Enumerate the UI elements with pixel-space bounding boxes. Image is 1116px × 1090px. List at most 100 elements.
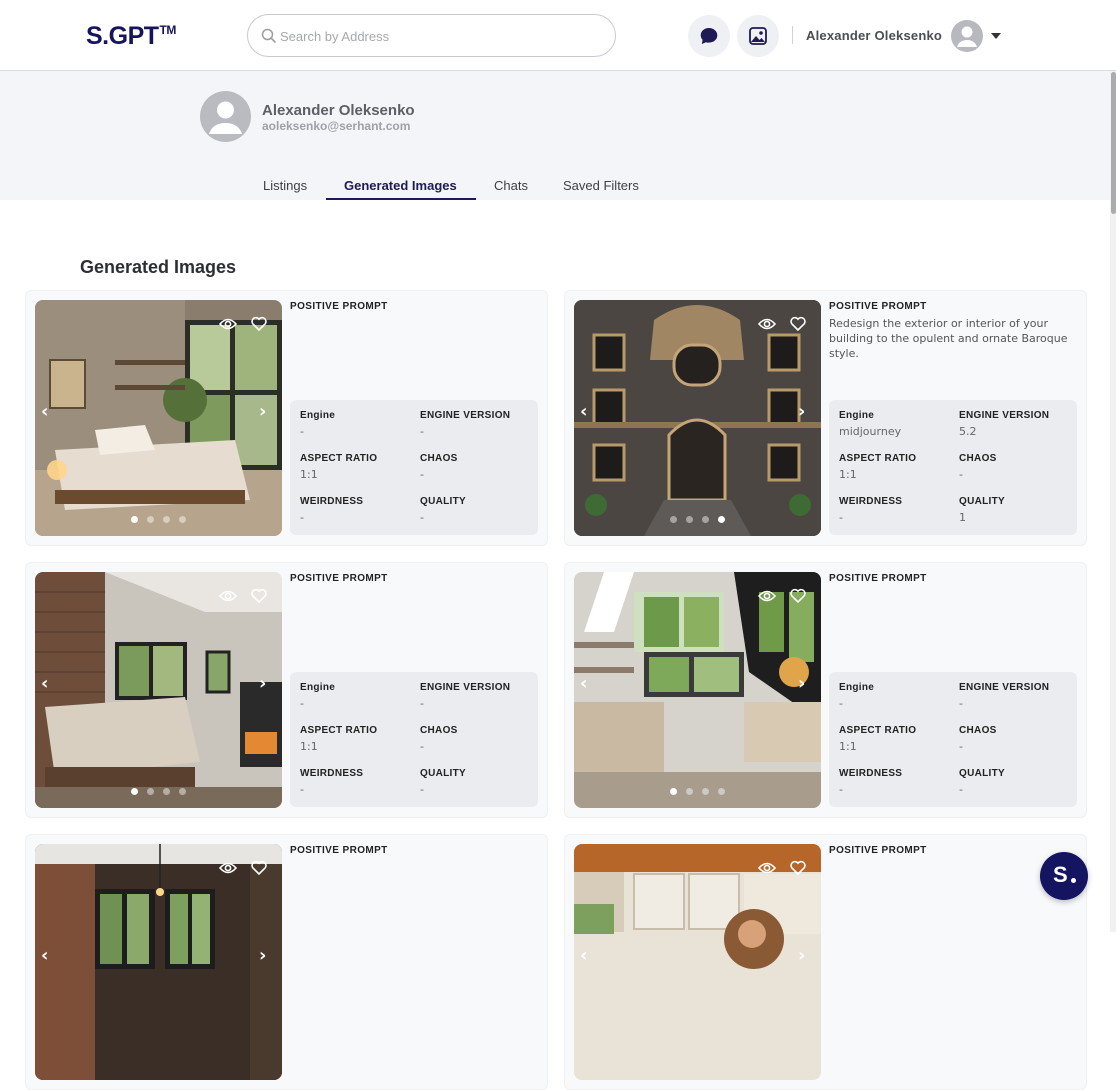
- arrow-right-icon[interactable]: ›: [259, 401, 266, 422]
- arrow-left-icon[interactable]: ‹: [580, 673, 587, 694]
- carousel-dots: [131, 788, 186, 795]
- chat-bubble-icon: [700, 28, 718, 44]
- carousel-dot[interactable]: [179, 788, 186, 795]
- image-card[interactable]: ‹ › POSITIVE PROMPT Engine - ENGINE VERSION - A…: [25, 290, 548, 546]
- eye-icon[interactable]: [218, 861, 238, 880]
- carousel-dot[interactable]: [147, 516, 154, 523]
- tab-generated-images[interactable]: Generated Images: [344, 178, 457, 193]
- images-button[interactable]: [737, 15, 779, 57]
- positive-prompt-label: POSITIVE PROMPT: [290, 845, 388, 856]
- meta-label: ENGINE VERSION: [959, 682, 1050, 693]
- image-card[interactable]: ‹ › POSITIVE PROMPT Engine - ENGINE VERSION - A…: [25, 562, 548, 818]
- tab-saved-filters[interactable]: Saved Filters: [563, 178, 639, 193]
- meta-engine: Engine -: [300, 682, 335, 710]
- carousel-dots: [670, 516, 725, 523]
- meta-label: WEIRDNESS: [839, 496, 903, 507]
- logo-trademark: TM: [159, 23, 177, 37]
- generated-image[interactable]: ‹ ›: [35, 572, 282, 808]
- eye-icon[interactable]: [218, 317, 238, 336]
- positive-prompt-label: POSITIVE PROMPT: [290, 301, 388, 312]
- heart-icon[interactable]: [790, 860, 806, 880]
- arrow-left-icon[interactable]: ‹: [580, 945, 587, 966]
- carousel-dot[interactable]: [131, 516, 138, 523]
- image-card[interactable]: ‹ › POSITIVE PROMPT Engine - ENGINE VERSION - A…: [564, 562, 1087, 818]
- carousel-dot[interactable]: [702, 788, 709, 795]
- generated-image[interactable]: ‹ ›: [35, 300, 282, 536]
- meta-value: -: [300, 425, 304, 438]
- meta-engine-version: ENGINE VERSION -: [420, 682, 510, 710]
- carousel-dot[interactable]: [718, 788, 725, 795]
- meta-engine-version: ENGINE VERSION 5.2: [959, 410, 1049, 438]
- carousel-dot[interactable]: [686, 788, 693, 795]
- meta-label: WEIRDNESS: [300, 496, 364, 507]
- positive-prompt-label: POSITIVE PROMPT: [829, 301, 927, 312]
- app-logo[interactable]: S.GPTTM: [86, 22, 176, 51]
- chats-button[interactable]: [688, 15, 730, 57]
- meta-engine-version: ENGINE VERSION -: [959, 682, 1049, 710]
- image-scene: [35, 300, 282, 536]
- meta-value: 1:1: [839, 740, 857, 753]
- carousel-dot[interactable]: [163, 516, 170, 523]
- meta-aspect-ratio: ASPECT RATIO 1:1: [839, 725, 916, 753]
- profile-email: aoleksenko@serhant.com: [262, 119, 411, 133]
- meta-engine-version: ENGINE VERSION -: [420, 410, 510, 438]
- heart-icon[interactable]: [251, 860, 267, 880]
- meta-label: QUALITY: [420, 496, 466, 507]
- arrow-right-icon[interactable]: ›: [798, 673, 805, 694]
- user-avatar-icon[interactable]: [951, 20, 983, 52]
- carousel-dot[interactable]: [131, 788, 138, 795]
- carousel-dot[interactable]: [670, 516, 677, 523]
- carousel-dot[interactable]: [718, 516, 725, 523]
- tab-listings[interactable]: Listings: [263, 178, 307, 193]
- search-box[interactable]: [247, 14, 616, 57]
- carousel-dot[interactable]: [702, 516, 709, 523]
- scrollbar-thumb[interactable]: [1111, 72, 1116, 214]
- arrow-left-icon[interactable]: ‹: [580, 401, 587, 422]
- active-tab-indicator: [326, 198, 476, 200]
- meta-label: CHAOS: [959, 725, 997, 736]
- generated-image[interactable]: ‹ ›: [35, 844, 282, 1080]
- arrow-left-icon[interactable]: ‹: [41, 673, 48, 694]
- arrow-right-icon[interactable]: ›: [798, 945, 805, 966]
- generated-image[interactable]: ‹ ›: [574, 300, 821, 536]
- image-card[interactable]: ‹ › POSITIVE PROMPT: [25, 834, 548, 1090]
- meta-aspect-ratio: ASPECT RATIO 1:1: [839, 453, 916, 481]
- heart-icon[interactable]: [790, 316, 806, 336]
- heart-icon[interactable]: [251, 588, 267, 608]
- eye-icon[interactable]: [757, 589, 777, 608]
- arrow-left-icon[interactable]: ‹: [41, 401, 48, 422]
- heart-icon[interactable]: [790, 588, 806, 608]
- meta-chaos: CHAOS -: [420, 725, 458, 753]
- carousel-dot[interactable]: [147, 788, 154, 795]
- search-input[interactable]: [280, 26, 600, 46]
- carousel-dot[interactable]: [163, 788, 170, 795]
- meta-label: ASPECT RATIO: [839, 725, 917, 736]
- generated-image[interactable]: ‹ ›: [574, 844, 821, 1080]
- meta-label: WEIRDNESS: [839, 768, 903, 779]
- meta-aspect-ratio: ASPECT RATIO 1:1: [300, 725, 377, 753]
- heart-icon[interactable]: [251, 316, 267, 336]
- image-card[interactable]: ‹ › POSITIVE PROMPT Redesign the exterior o…: [564, 290, 1087, 546]
- arrow-left-icon[interactable]: ‹: [41, 945, 48, 966]
- meta-value: -: [420, 468, 424, 481]
- carousel-dot[interactable]: [179, 516, 186, 523]
- arrow-right-icon[interactable]: ›: [259, 945, 266, 966]
- arrow-right-icon[interactable]: ›: [259, 673, 266, 694]
- carousel-dot[interactable]: [670, 788, 677, 795]
- meta-value: -: [300, 783, 304, 796]
- positive-prompt-label: POSITIVE PROMPT: [290, 573, 388, 584]
- eye-icon[interactable]: [757, 861, 777, 880]
- eye-icon[interactable]: [218, 589, 238, 608]
- header-user-name[interactable]: Alexander Oleksenko: [806, 28, 942, 43]
- arrow-right-icon[interactable]: ›: [798, 401, 805, 422]
- tab-chats[interactable]: Chats: [494, 178, 528, 193]
- eye-icon[interactable]: [757, 317, 777, 336]
- carousel-dot[interactable]: [686, 516, 693, 523]
- assistant-chat-button[interactable]: S: [1040, 852, 1088, 900]
- meta-value: -: [420, 697, 424, 710]
- meta-label: Engine: [839, 682, 875, 693]
- chevron-down-icon[interactable]: [991, 33, 1001, 39]
- meta-label: QUALITY: [420, 768, 466, 779]
- generated-image[interactable]: ‹ ›: [574, 572, 821, 808]
- image-card[interactable]: ‹ › POSITIVE PROMPT: [564, 834, 1087, 1090]
